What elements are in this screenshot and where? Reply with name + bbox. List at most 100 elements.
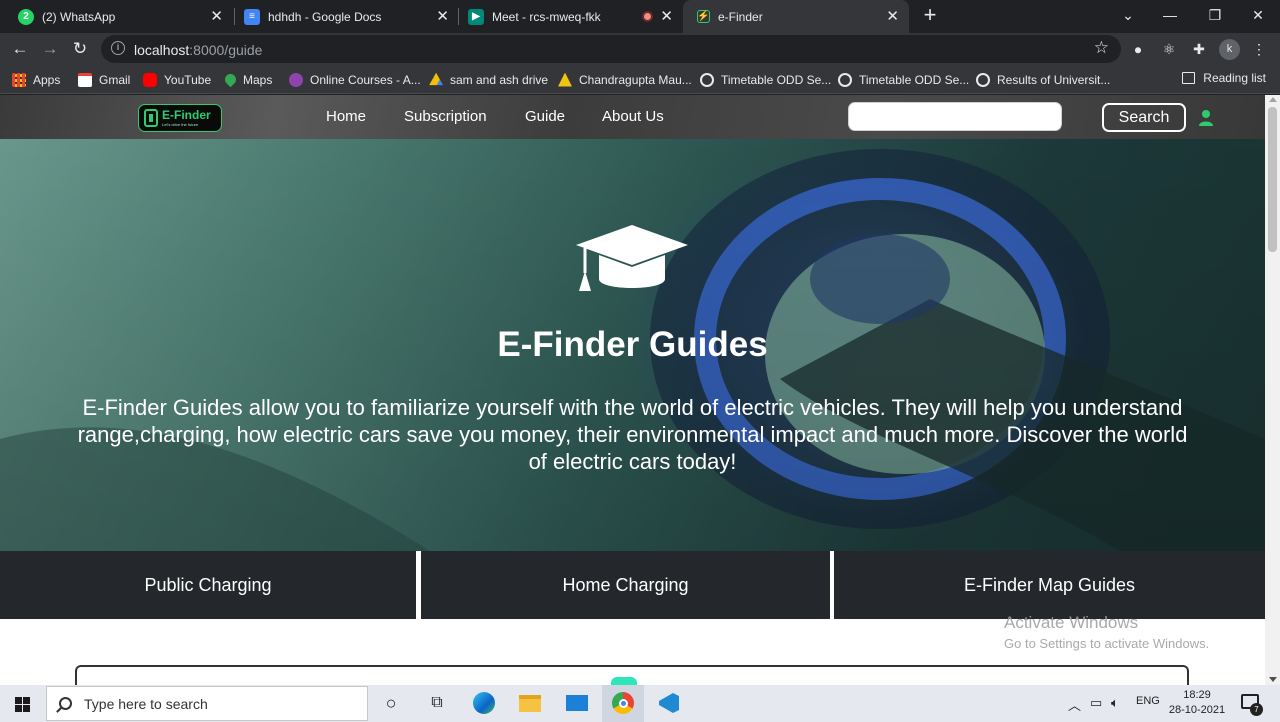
- forward-button[interactable]: →: [38, 37, 62, 61]
- close-tab-icon[interactable]: ✕: [436, 9, 449, 24]
- taskbar-clock[interactable]: 18:29 28-10-2021: [1166, 688, 1228, 718]
- browser-toolbar: ← → ↻ i localhost:8000/guide ☆ ⦁ ⚛ ✚ ⋮: [0, 33, 1280, 65]
- tab-title: Meet - rcs-mweq-fkk: [492, 9, 601, 24]
- hero-description: E-Finder Guides allow you to familiarize…: [77, 395, 1188, 474]
- bookmark-timetable-1[interactable]: Timetable ODD Se...: [700, 71, 831, 88]
- user-account-icon[interactable]: [1198, 109, 1214, 127]
- category-home-charging[interactable]: Home Charging: [421, 551, 830, 619]
- logo-tagline: Let's drive the future: [162, 122, 199, 127]
- site-logo[interactable]: E-Finder Let's drive the future: [138, 104, 222, 132]
- hero-banner: E-Finder Guides E-Finder Guides allow yo…: [0, 139, 1265, 551]
- edge-icon[interactable]: [472, 691, 496, 715]
- address-bar[interactable]: i localhost:8000/guide ☆: [101, 35, 1121, 63]
- minimize-button[interactable]: —: [1150, 0, 1190, 30]
- task-view-icon[interactable]: ⧉: [425, 691, 449, 715]
- clock-time: 18:29: [1183, 689, 1211, 701]
- language-indicator[interactable]: ENG: [1136, 695, 1160, 707]
- logo-name: E-Finder: [162, 108, 211, 122]
- nav-home[interactable]: Home: [326, 108, 366, 125]
- tab-google-docs[interactable]: ≡ hdhdh - Google Docs ✕: [226, 0, 459, 33]
- close-tab-icon[interactable]: ✕: [210, 9, 223, 24]
- file-explorer-icon[interactable]: [518, 691, 542, 715]
- tab-title: hdhdh - Google Docs: [268, 9, 382, 24]
- address-url[interactable]: localhost:8000/guide: [134, 42, 262, 58]
- bookmarks-bar: Apps Gmail YouTube Maps Online Courses -…: [0, 65, 1280, 94]
- bookmark-star-icon[interactable]: ☆: [1094, 38, 1109, 58]
- nav-subscription[interactable]: Subscription: [404, 108, 487, 125]
- tab-google-meet[interactable]: ▶ Meet - rcs-mweq-fkk ✕: [450, 0, 683, 33]
- scrollbar-thumb[interactable]: [1268, 107, 1277, 252]
- close-tab-icon[interactable]: ✕: [886, 9, 899, 24]
- youtube-icon: [143, 72, 157, 87]
- page-scrollbar[interactable]: [1265, 95, 1280, 685]
- windows-start-icon[interactable]: [15, 697, 30, 712]
- extensions-puzzle-icon[interactable]: ✚: [1187, 37, 1211, 61]
- scroll-up-arrow-icon[interactable]: [1269, 97, 1277, 102]
- bookmark-results[interactable]: Results of Universit...: [976, 71, 1110, 88]
- google-docs-icon: ≡: [244, 8, 260, 25]
- search-icon: [59, 697, 72, 710]
- bookmark-online-courses[interactable]: Online Courses - A...: [289, 71, 421, 88]
- bookmark-drive[interactable]: sam and ash drive: [429, 71, 548, 88]
- bookmark-chandragupta[interactable]: Chandragupta Mau...: [558, 71, 692, 88]
- notification-count: 7: [1250, 703, 1263, 716]
- tray-chevron-icon[interactable]: ︿: [1068, 695, 1081, 714]
- new-tab-button[interactable]: +: [919, 4, 941, 28]
- reload-button[interactable]: ↻: [68, 37, 92, 61]
- vscode-icon[interactable]: [657, 691, 681, 715]
- tab-title: (2) WhatsApp: [42, 9, 116, 24]
- tab-strip: 2 (2) WhatsApp ✕ ≡ hdhdh - Google Docs ✕…: [0, 0, 1280, 33]
- activate-windows-watermark: Activate Windows Go to Settings to activ…: [1004, 613, 1210, 651]
- tab-whatsapp[interactable]: 2 (2) WhatsApp ✕: [0, 0, 233, 33]
- site-info-icon[interactable]: i: [111, 41, 125, 55]
- cortana-icon[interactable]: ○: [379, 691, 403, 715]
- restore-button[interactable]: ❐: [1195, 0, 1235, 30]
- whatsapp-icon: 2: [18, 8, 34, 25]
- back-button[interactable]: ←: [8, 37, 32, 61]
- drive-icon: [429, 72, 443, 86]
- bookmark-youtube[interactable]: YouTube: [143, 71, 211, 88]
- courses-icon: [289, 72, 303, 87]
- menu-kebab-icon[interactable]: ⋮: [1247, 37, 1271, 61]
- gmail-icon: [78, 72, 92, 87]
- e-finder-favicon: ⚡: [697, 10, 710, 23]
- close-tab-icon[interactable]: ✕: [660, 9, 673, 24]
- tab-e-finder[interactable]: ⚡ e-Finder ✕: [683, 0, 909, 33]
- page-viewport: E-Finder Let's drive the future Home Sub…: [0, 95, 1265, 685]
- bookmark-icon: [558, 72, 572, 87]
- react-devtools-icon[interactable]: ⚛: [1157, 37, 1181, 61]
- bookmark-apps[interactable]: Apps: [12, 71, 60, 88]
- volume-icon[interactable]: 🔈︎: [1111, 695, 1119, 711]
- extension-icon[interactable]: ⦁: [1126, 37, 1150, 61]
- card-accent-tab: [611, 677, 637, 685]
- bookmark-gmail[interactable]: Gmail: [78, 71, 130, 88]
- nav-about-us[interactable]: About Us: [602, 108, 664, 125]
- globe-icon: [976, 72, 990, 87]
- mail-icon[interactable]: [565, 691, 589, 715]
- nav-guide[interactable]: Guide: [525, 108, 565, 125]
- taskbar-search-box[interactable]: Type here to search: [46, 686, 368, 721]
- network-icon[interactable]: ▭: [1090, 695, 1102, 711]
- close-window-button[interactable]: ✕: [1238, 0, 1278, 30]
- apps-grid-icon: [12, 72, 26, 87]
- reading-list-button[interactable]: Reading list: [1182, 71, 1266, 85]
- globe-icon: [838, 72, 852, 87]
- scroll-down-arrow-icon[interactable]: [1269, 677, 1277, 682]
- reading-list-icon: [1182, 72, 1196, 84]
- bookmark-timetable-2[interactable]: Timetable ODD Se...: [838, 71, 969, 88]
- tab-search-icon[interactable]: ⌄: [1108, 0, 1148, 30]
- site-search-button[interactable]: Search: [1102, 103, 1186, 132]
- maps-icon: [222, 71, 239, 88]
- notification-center-icon[interactable]: 7: [1241, 694, 1263, 716]
- bookmark-maps[interactable]: Maps: [222, 71, 272, 88]
- site-search-input[interactable]: [848, 102, 1062, 131]
- hero-title: E-Finder Guides: [497, 325, 768, 364]
- chrome-icon[interactable]: [611, 691, 635, 715]
- tab-title: e-Finder: [718, 9, 763, 24]
- charger-plug-icon: [144, 109, 158, 127]
- recording-icon: [642, 11, 653, 22]
- profile-avatar[interactable]: k: [1219, 39, 1240, 60]
- graduation-cap-icon: [576, 225, 688, 291]
- category-public-charging[interactable]: Public Charging: [0, 551, 416, 619]
- category-map-guides[interactable]: E-Finder Map Guides: [834, 551, 1265, 619]
